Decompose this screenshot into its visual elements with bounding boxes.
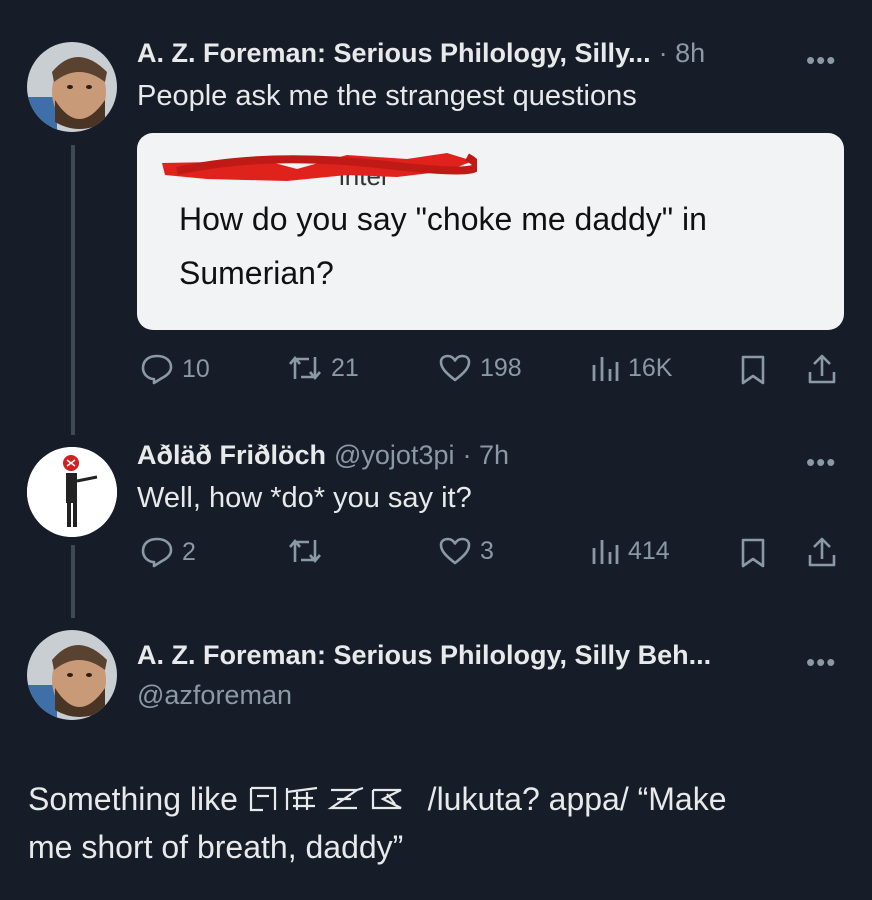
- retweet-icon: [289, 538, 321, 564]
- like-button[interactable]: 3: [438, 536, 494, 566]
- avatar-yojot3pi[interactable]: [27, 447, 117, 537]
- reply-icon: [141, 537, 173, 568]
- cuneiform-glyphs: [249, 786, 402, 812]
- like-count: 3: [480, 536, 494, 565]
- views-icon: [592, 540, 619, 564]
- bookmark-icon[interactable]: [740, 354, 766, 386]
- thread-line: [71, 545, 75, 618]
- tweet-text: Something like /lukuta? appa/ “Make me s…: [28, 775, 727, 871]
- avatar-azforeman[interactable]: [27, 42, 117, 132]
- author-handle[interactable]: @azforeman: [137, 680, 292, 711]
- reply-icon: [141, 354, 173, 385]
- thread-line: [71, 145, 75, 435]
- tweet-text-after: /lukuta? appa/ “Make: [427, 781, 727, 817]
- retweet-button[interactable]: [287, 536, 323, 566]
- share-icon[interactable]: [806, 535, 838, 569]
- redaction-scribble: [162, 153, 477, 181]
- like-count: 198: [480, 353, 522, 382]
- views-icon: [592, 357, 619, 381]
- author-handle[interactable]: @yojot3pi: [334, 440, 454, 471]
- timestamp[interactable]: · 8h: [659, 38, 706, 69]
- reply-count: 10: [182, 354, 210, 383]
- author-name[interactable]: Aðläð Friðlöch: [137, 440, 326, 471]
- quote-line-2: Sumerian?: [179, 255, 334, 291]
- reply-button[interactable]: 10: [140, 353, 210, 385]
- avatar-azforeman[interactable]: [27, 630, 117, 720]
- share-icon[interactable]: [806, 352, 838, 386]
- tweet-text: People ask me the strangest questions: [137, 80, 637, 112]
- like-icon: [439, 537, 471, 565]
- views-count: 414: [628, 536, 670, 565]
- author-name[interactable]: A. Z. Foreman: Serious Philology, Silly …: [137, 640, 711, 671]
- retweet-button[interactable]: 21: [287, 353, 359, 383]
- views-button[interactable]: 414: [590, 536, 670, 566]
- views-count: 16K: [628, 353, 673, 382]
- reply-button[interactable]: 2: [140, 536, 196, 568]
- tweet-text-before: Something like: [28, 781, 238, 817]
- like-button[interactable]: 198: [438, 353, 522, 383]
- more-icon[interactable]: •••: [806, 447, 836, 478]
- author-name[interactable]: A. Z. Foreman: Serious Philology, Silly.…: [137, 38, 651, 69]
- quote-line-1: How do you say "choke me daddy" in: [179, 201, 707, 237]
- retweet-count: 21: [331, 353, 359, 382]
- tweet-text-line-2: me short of breath, daddy”: [28, 829, 404, 865]
- reply-count: 2: [182, 537, 196, 566]
- timestamp[interactable]: · 7h: [462, 440, 509, 471]
- more-icon[interactable]: •••: [806, 647, 836, 678]
- more-icon[interactable]: •••: [806, 45, 836, 76]
- retweet-icon: [289, 355, 321, 381]
- views-button[interactable]: 16K: [590, 353, 672, 383]
- bookmark-icon[interactable]: [740, 537, 766, 569]
- quoted-screenshot[interactable]: inter How do you say "choke me daddy" in…: [137, 133, 844, 330]
- tweet-text: Well, how *do* you say it?: [137, 482, 472, 514]
- like-icon: [439, 354, 471, 382]
